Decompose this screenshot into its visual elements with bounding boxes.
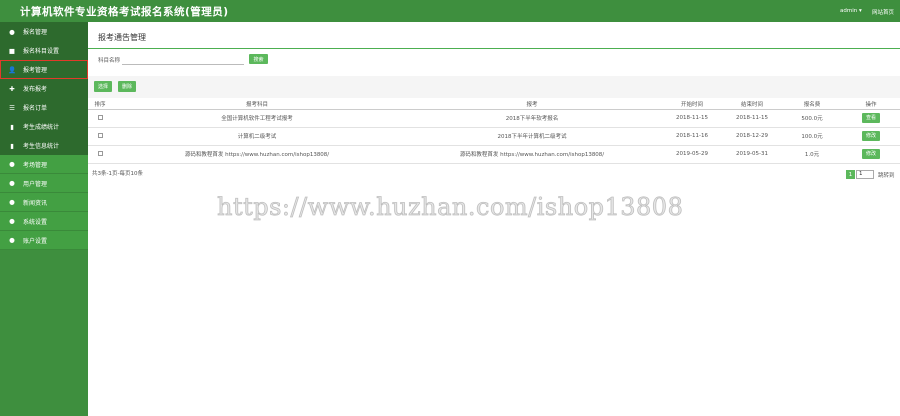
sidebar-item-label: 系统设置 xyxy=(23,218,48,226)
site-home-link[interactable]: 网站首页 xyxy=(872,8,894,16)
circle-icon: ● xyxy=(9,198,15,206)
row-action-button[interactable]: 修改 xyxy=(862,149,880,159)
sidebar-item[interactable]: ● 系统设置 xyxy=(0,212,88,231)
sidebar-item[interactable]: ● 用户管理 xyxy=(0,174,88,193)
cell-action: 修改 xyxy=(842,127,900,146)
circle-icon: ● xyxy=(9,236,15,244)
cell-exam: 源码和教程首发 https://www.huzhan.com/ishop1380… xyxy=(402,145,662,164)
header-end-time: 结束时间 xyxy=(722,99,782,110)
row-checkbox[interactable] xyxy=(97,150,103,156)
cell-subject: 源码和教程首发 https://www.huzhan.com/ishop1380… xyxy=(112,145,402,164)
sidebar: ● 报名管理 ■ 报名科目设置 👤 报考管理 ✚ 发布报考 ☰ 报名订单 ▮ 考生成绩统计 ▮ 考生信息统… xyxy=(0,22,88,416)
sidebar-item-label: 报考管理 xyxy=(23,67,48,74)
cell-end-time: 2019-05-31 xyxy=(722,145,782,164)
sidebar-item[interactable]: ■ 报名科目设置 xyxy=(0,41,88,60)
header-sort: 排序 xyxy=(88,99,112,110)
pager-summary: 共3条-1页-每页10条 xyxy=(92,171,143,177)
cell-exam: 2018下半年软考报名 xyxy=(402,109,662,128)
cell-action: 查看 xyxy=(842,109,900,128)
user-icon: 👤 xyxy=(8,65,17,74)
bar-chart-icon: ▮ xyxy=(10,122,14,131)
search-button[interactable]: 搜索 xyxy=(249,54,268,64)
search-label: 科目名称 xyxy=(98,58,121,64)
header-fee: 报名费 xyxy=(782,99,842,110)
page-title: 报考通告管理 xyxy=(98,33,146,42)
sidebar-item[interactable]: ● 考场管理 xyxy=(0,155,88,174)
cell-end-time: 2018-11-15 xyxy=(722,109,782,128)
table-row: 全国计算机软件工程考试报考 2018下半年软考报名 2018-11-15 2018-1… xyxy=(88,109,900,128)
sidebar-item-label: 考场管理 xyxy=(23,161,48,169)
pager-current-page[interactable]: 1 xyxy=(846,170,855,179)
sidebar-item-label: 报名订单 xyxy=(23,105,48,112)
table-row: 计算机二级考试 2018下半年计算机二级考试 2018-11-16 2018-12-2… xyxy=(88,127,900,146)
sidebar-item-label: 用户管理 xyxy=(23,180,48,188)
app-title: 计算机软件专业资格考试报名系统(管理员) xyxy=(20,6,229,18)
sidebar-item-label: 发布报考 xyxy=(23,86,48,93)
row-checkbox[interactable] xyxy=(97,132,103,138)
circle-icon: ● xyxy=(9,160,15,168)
cell-action: 修改 xyxy=(842,145,900,164)
row-action-button[interactable]: 修改 xyxy=(862,131,880,141)
sidebar-item[interactable]: ✚ 发布报考 xyxy=(0,79,88,98)
delete-button[interactable]: 删除 xyxy=(118,81,136,92)
cell-fee: 1.0元 xyxy=(782,145,842,164)
select-all-button[interactable]: 选择 xyxy=(94,81,112,92)
list-icon: ☰ xyxy=(9,103,15,112)
sidebar-item-label: 考生成绩统计 xyxy=(23,124,60,131)
circle-icon: ● xyxy=(9,27,15,36)
sidebar-item[interactable]: 👤 报考管理 xyxy=(0,60,88,79)
sidebar-item-label: 新闻资讯 xyxy=(23,199,48,207)
pager-page-input[interactable]: 1 xyxy=(856,170,874,179)
top-header: 计算机软件专业资格考试报名系统(管理员) admin ▾ 网站首页 xyxy=(0,0,900,22)
cell-exam: 2018下半年计算机二级考试 xyxy=(402,127,662,146)
square-icon: ■ xyxy=(8,46,16,55)
sidebar-item[interactable]: ● 报名管理 xyxy=(0,22,88,41)
notice-table: 排序 报考科目 报考 开始时间 结束时间 报名费 操作 全国计算机软件工程考试报… xyxy=(88,99,900,164)
header-subject: 报考科目 xyxy=(112,99,402,110)
cell-fee: 100.0元 xyxy=(782,127,842,146)
bar-chart-icon: ▮ xyxy=(10,141,14,150)
cell-start-time: 2018-11-16 xyxy=(662,127,722,146)
title-divider xyxy=(88,48,900,49)
sidebar-item[interactable]: ● 账户设置 xyxy=(0,231,88,250)
pager-goto-button[interactable]: 跳转到 xyxy=(878,171,895,179)
header-start-time: 开始时间 xyxy=(662,99,722,110)
row-checkbox-cell xyxy=(88,109,112,128)
sidebar-item-label: 报名管理 xyxy=(23,29,48,36)
table-row: 源码和教程首发 https://www.huzhan.com/ishop1380… xyxy=(88,145,900,164)
table-header-row: 排序 报考科目 报考 开始时间 结束时间 报名费 操作 xyxy=(88,99,900,110)
header-action: 操作 xyxy=(842,99,900,110)
sidebar-item[interactable]: ● 新闻资讯 xyxy=(0,193,88,212)
toolbar: 选择 删除 xyxy=(88,76,900,98)
cell-end-time: 2018-12-29 xyxy=(722,127,782,146)
watermark-text: https://www.huzhan.com/ishop13808 xyxy=(217,193,684,222)
row-action-button[interactable]: 查看 xyxy=(862,113,880,123)
sidebar-item-label: 考生信息统计 xyxy=(23,143,60,150)
row-checkbox[interactable] xyxy=(97,114,103,120)
cell-start-time: 2018-11-15 xyxy=(662,109,722,128)
cell-fee: 500.0元 xyxy=(782,109,842,128)
circle-icon: ● xyxy=(9,179,15,187)
row-checkbox-cell xyxy=(88,127,112,146)
row-checkbox-cell xyxy=(88,145,112,164)
sidebar-item[interactable]: ▮ 考生成绩统计 xyxy=(0,117,88,136)
cell-subject: 全国计算机软件工程考试报考 xyxy=(112,109,402,128)
cell-subject: 计算机二级考试 xyxy=(112,127,402,146)
circle-icon: ● xyxy=(9,217,15,225)
user-menu[interactable]: admin ▾ xyxy=(840,8,862,14)
cell-start-time: 2019-05-29 xyxy=(662,145,722,164)
sidebar-item[interactable]: ▮ 考生信息统计 xyxy=(0,136,88,155)
plus-icon: ✚ xyxy=(9,84,15,93)
sidebar-item[interactable]: ☰ 报名订单 xyxy=(0,98,88,117)
sidebar-item-label: 报名科目设置 xyxy=(23,48,60,55)
sidebar-item-label: 账户设置 xyxy=(23,237,48,245)
search-input[interactable] xyxy=(122,53,244,65)
header-exam: 报考 xyxy=(402,99,662,110)
